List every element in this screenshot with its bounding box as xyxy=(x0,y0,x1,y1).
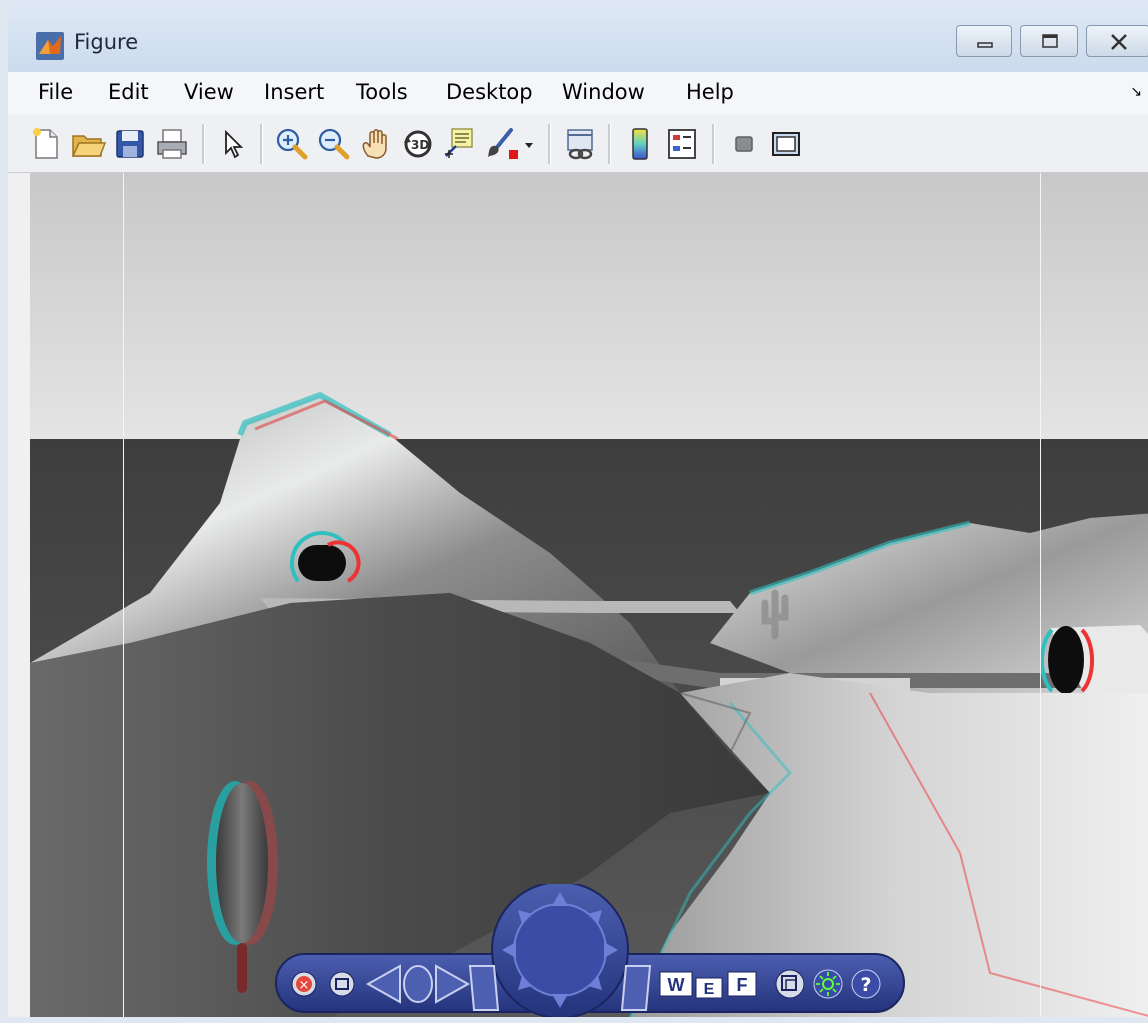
nav-tilt-left-button[interactable] xyxy=(468,965,500,1011)
zoom-out-icon[interactable] xyxy=(316,126,352,162)
menu-tools[interactable]: Tools xyxy=(356,80,408,104)
toolbar-separator xyxy=(608,124,611,164)
figure-toolbar: 3D xyxy=(8,114,1148,173)
toolbar-separator xyxy=(202,124,205,164)
maximize-button[interactable] xyxy=(1020,25,1078,57)
matlab-logo-icon xyxy=(36,32,64,60)
svg-text:3D: 3D xyxy=(411,138,429,152)
print-icon[interactable] xyxy=(154,126,190,162)
hide-plot-tools-icon[interactable] xyxy=(726,126,762,162)
headlight-button[interactable] xyxy=(813,969,843,999)
maximize-icon xyxy=(1042,34,1058,48)
show-plot-tools-icon[interactable] xyxy=(768,126,804,162)
colorbar-icon[interactable] xyxy=(622,126,658,162)
menu-help[interactable]: Help xyxy=(686,80,734,104)
menu-view[interactable]: View xyxy=(184,80,234,104)
close-button[interactable] xyxy=(1086,25,1148,57)
view-f-button[interactable]: F xyxy=(727,971,757,997)
open-file-icon[interactable] xyxy=(70,126,106,162)
tunnel-right xyxy=(1039,625,1148,695)
view-e-label: E xyxy=(704,981,715,998)
chevron-down-icon[interactable] xyxy=(520,126,538,162)
new-figure-icon[interactable] xyxy=(28,126,64,162)
help-icon: ? xyxy=(860,974,871,996)
nav-close-button[interactable]: × xyxy=(291,971,317,997)
brush-icon[interactable] xyxy=(484,126,520,162)
menu-insert[interactable]: Insert xyxy=(264,80,324,104)
figure-window: Figure File Edit View Insert Tools Deskt… xyxy=(0,0,1148,1023)
nav-orbit-button[interactable] xyxy=(403,965,433,1003)
view-w-button[interactable]: W xyxy=(659,971,693,997)
close-icon: × xyxy=(299,978,310,993)
save-icon[interactable] xyxy=(112,126,148,162)
menu-file[interactable]: File xyxy=(38,80,73,104)
nav-restore-button[interactable] xyxy=(329,971,355,997)
title-bar: Figure xyxy=(8,0,1148,80)
menu-edit[interactable]: Edit xyxy=(108,80,149,104)
legend-icon[interactable] xyxy=(664,126,700,162)
window-title: Figure xyxy=(74,30,139,54)
data-cursor-icon[interactable] xyxy=(442,126,478,162)
rotate-3d-icon[interactable]: 3D xyxy=(400,126,436,162)
toolbar-separator xyxy=(712,124,715,164)
toolbar-separator xyxy=(548,124,551,164)
menu-desktop[interactable]: Desktop xyxy=(446,80,533,104)
menu-window[interactable]: Window xyxy=(562,80,645,104)
navigation-panel: × W E F ? xyxy=(275,884,905,1017)
view-e-button[interactable]: E xyxy=(695,977,723,999)
view-f-label: F xyxy=(737,975,748,995)
toolbar-separator xyxy=(260,124,263,164)
view-w-label: W xyxy=(668,975,685,995)
pointer-icon[interactable] xyxy=(214,126,250,162)
help-button[interactable]: ? xyxy=(851,969,881,999)
minimize-icon xyxy=(977,42,993,48)
nav-tilt-right-button[interactable] xyxy=(620,965,652,1011)
pan-hand-icon[interactable] xyxy=(358,126,394,162)
fullscreen-button[interactable] xyxy=(775,969,805,999)
close-icon xyxy=(1111,34,1127,50)
menu-bar: File Edit View Insert Tools Desktop Wind… xyxy=(8,72,1148,114)
zoom-in-icon[interactable] xyxy=(274,126,310,162)
dock-arrow-icon[interactable]: ↘ xyxy=(1130,84,1142,100)
link-plot-icon[interactable] xyxy=(562,126,598,162)
minimize-button[interactable] xyxy=(956,25,1012,57)
